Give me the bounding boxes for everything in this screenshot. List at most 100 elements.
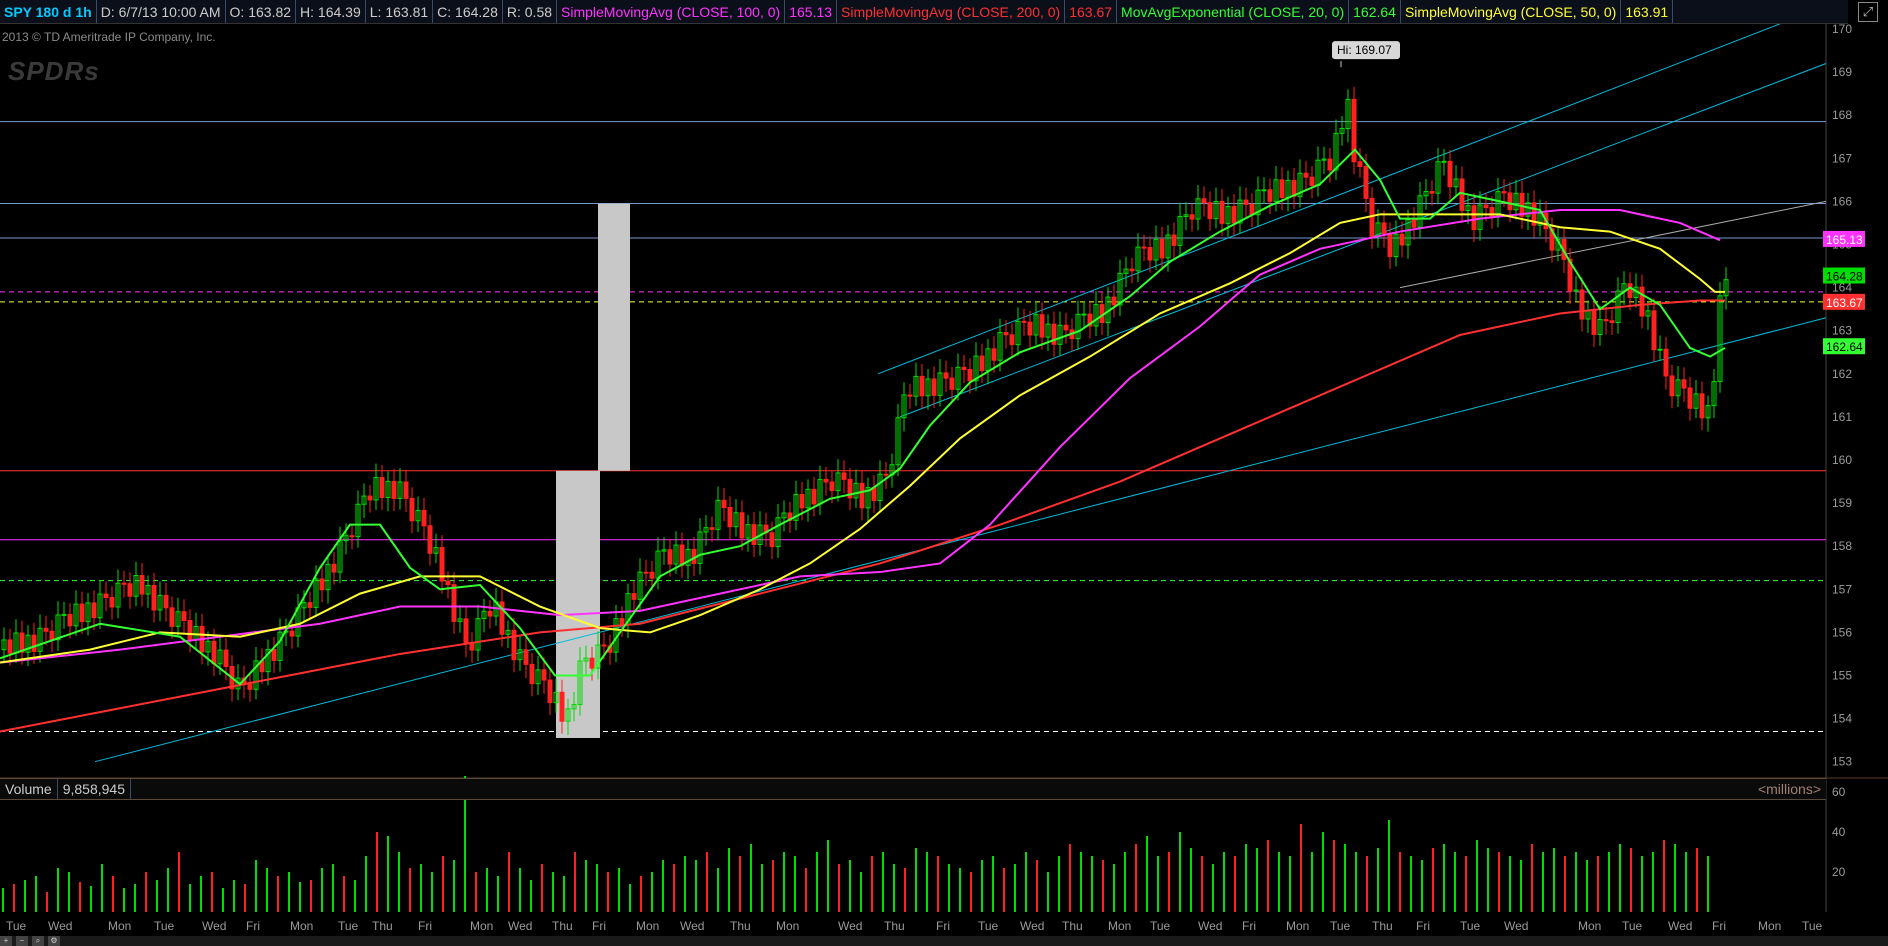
y-tick-label: 169 [1832,65,1852,79]
y-tick-label: 153 [1832,755,1852,769]
candle-body [811,488,817,505]
volume-bar-mark [167,868,169,912]
candle-body [163,594,169,609]
zoom-out-icon[interactable]: − [16,936,28,946]
zoom-in-icon[interactable]: + [0,936,12,946]
candle-body [1483,204,1489,209]
volume-bar-mark [24,880,26,912]
candle-body [1261,189,1267,192]
study-ema20-label[interactable]: MovAvgExponential (CLOSE, 20, 0) [1117,0,1350,23]
volume-bar-mark [376,832,378,912]
volume-bar-mark [893,864,895,912]
candle-body [643,571,649,574]
candle-body [103,593,109,598]
x-day-label: Tue [154,919,175,933]
candle-body [739,512,745,539]
volume-bar-mark [321,868,323,912]
volume-bar-mark [255,860,257,912]
candle-body [529,663,535,685]
volume-bar-mark [794,856,796,912]
x-day-label: Wed [1020,919,1044,933]
volume-bar-mark [222,888,224,912]
volume-tick-label: 40 [1832,825,1846,839]
study-sma100-label[interactable]: SimpleMovingAvg (CLOSE, 100, 0) [557,0,786,23]
study-sma200-label[interactable]: SimpleMovingAvg (CLOSE, 200, 0) [837,0,1066,23]
volume-bar-mark [409,868,411,912]
volume-bar-mark [827,840,829,912]
candle-body [1063,324,1069,331]
x-day-label: Wed [1504,919,1528,933]
x-day-label: Wed [48,919,72,933]
volume-bar-mark [1201,856,1203,912]
candle-body [1399,233,1405,246]
volume-bar-mark [1036,860,1038,912]
candle-body [1603,319,1609,322]
candle-body [511,629,517,661]
study-ema20-value: 162.64 [1349,0,1401,23]
volume-bar-mark [937,856,939,912]
candle-body [1447,160,1453,188]
study-sma50-label[interactable]: SimpleMovingAvg (CLOSE, 50, 0) [1401,0,1622,23]
candle-body [1003,331,1009,336]
volume-bar-mark [750,844,752,912]
candle-body [139,575,145,595]
volume-bar-mark [981,860,983,912]
candle-body [319,578,325,591]
volume-bar-mark [871,856,873,912]
x-day-label: Tue [6,919,27,933]
settings-icon[interactable]: ⚙ [48,936,60,946]
search-icon[interactable]: ⌕ [32,936,44,946]
candle-body [181,611,187,622]
candle-body [1327,158,1333,171]
volume-bar-mark [1685,852,1687,912]
candle-body [907,394,913,397]
x-day-label: Mon [290,919,313,933]
candle-body [1039,314,1045,338]
symbol-label[interactable]: SPY 180 d 1h [0,0,97,23]
volume-bar-mark [35,876,37,912]
volume-bar-mark [1157,856,1159,912]
volume-bar-mark [992,856,994,912]
x-day-label: Mon [470,919,493,933]
x-day-label: Fri [418,919,432,933]
y-tick-label: 167 [1832,151,1852,165]
candle-body [547,679,553,704]
x-day-label: Fri [1242,919,1256,933]
candle-body [1663,348,1669,377]
candle-body [1471,205,1477,231]
candle-body [487,610,493,617]
value-badge-label: 165.13 [1826,233,1863,247]
x-day-label: Wed [680,919,704,933]
candle-body [451,584,457,622]
candle-body [721,499,727,508]
x-day-label: Thu [884,919,905,933]
volume-bar-mark [739,856,741,912]
volume-bar-mark [211,872,213,912]
x-day-label: Thu [1372,919,1393,933]
expand-icon[interactable]: ⤢ [1858,2,1878,22]
candle-body [829,481,835,492]
candle-body [1687,387,1693,409]
candle-body [247,684,253,690]
x-day-label: Thu [1062,919,1083,933]
volume-bar-mark [1069,844,1071,912]
candle-body [67,613,73,627]
volume-bar-mark [948,864,950,912]
volume-label[interactable]: Volume [0,779,58,799]
candle-body [589,657,595,669]
candle-body [427,525,433,554]
y-tick-label: 159 [1832,496,1852,510]
candle-body [1699,393,1705,419]
y-tick-label: 163 [1832,324,1852,338]
x-day-label: Mon [1108,919,1131,933]
candle-body [751,524,757,545]
volume-bar-mark [915,848,917,912]
x-day-label: Tue [978,919,999,933]
volume-bar-mark [13,884,15,912]
candle-body [541,669,547,681]
volume-bar-mark [728,848,730,912]
volume-bar-mark [1421,860,1423,912]
volume-bar-mark [1443,844,1445,912]
value-badge-label: 162.64 [1826,340,1863,354]
volume-bar-mark [1399,852,1401,912]
